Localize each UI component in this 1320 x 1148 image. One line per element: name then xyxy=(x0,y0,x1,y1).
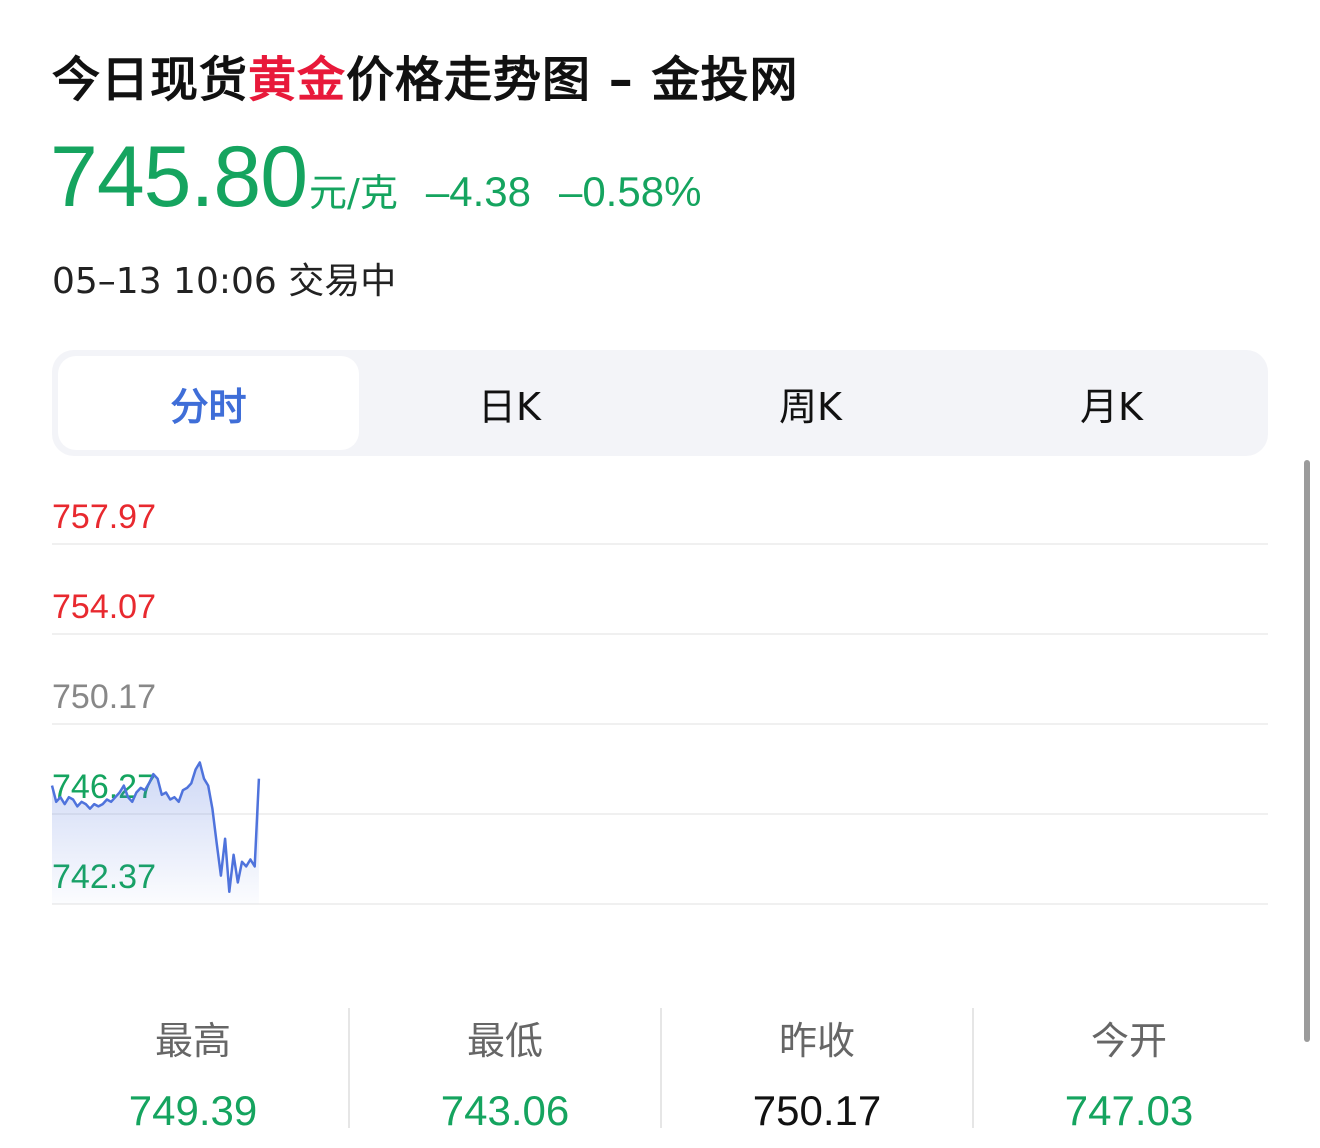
scrollbar[interactable] xyxy=(1304,460,1310,1042)
tab-monthly-k[interactable]: 月K xyxy=(961,356,1262,450)
quote-timestamp: 05–13 10:06 交易中 xyxy=(52,252,396,304)
timestamp-value: 05–13 10:06 xyxy=(52,261,277,302)
intraday-price-chart: 757.97754.07750.17746.27742.3705–13 6:00… xyxy=(50,498,1268,905)
title-prefix: 今日现货 xyxy=(52,52,249,108)
price-change-pct: –0.58% xyxy=(558,168,702,215)
stat-high: 最高 749.39 xyxy=(38,1008,350,1134)
y-tick-label: 750.17 xyxy=(52,678,156,716)
title-highlight: 黄金 xyxy=(248,52,347,108)
stat-prev-close: 昨收 750.17 xyxy=(662,1008,974,1134)
stat-label: 今开 xyxy=(1090,1019,1167,1063)
tab-weekly-k[interactable]: 周K xyxy=(660,356,961,450)
stat-label: 最低 xyxy=(466,1019,543,1063)
quote-row: 745.80 元/克 –4.38 –0.58% xyxy=(50,128,702,225)
stat-low: 最低 743.06 xyxy=(350,1008,662,1134)
stat-value: 743.06 xyxy=(440,1087,570,1134)
page-title: 今日现货黄金价格走势图 – 金投网 xyxy=(52,40,798,110)
y-tick-label: 757.97 xyxy=(52,498,156,536)
y-tick-label: 754.07 xyxy=(52,588,156,626)
stats-bar: 最高 749.39 最低 743.06 昨收 750.17 今开 747.03 xyxy=(38,1008,1284,1134)
price-change: –4.38 xyxy=(425,168,531,215)
price-unit: 元/克 xyxy=(309,171,398,215)
stat-value: 749.39 xyxy=(128,1087,258,1134)
trading-status: 交易中 xyxy=(288,261,397,302)
stat-open: 今开 747.03 xyxy=(974,1008,1284,1134)
current-price: 745.80 xyxy=(50,129,308,225)
tab-daily-k[interactable]: 日K xyxy=(359,356,660,450)
chart-period-tabs: 分时 日K 周K 月K xyxy=(52,350,1268,456)
tab-intraday[interactable]: 分时 xyxy=(58,356,359,450)
stat-label: 最高 xyxy=(154,1019,231,1063)
stat-value: 747.03 xyxy=(1064,1087,1194,1134)
stat-label: 昨收 xyxy=(778,1019,855,1063)
stat-value: 750.17 xyxy=(752,1087,882,1134)
title-suffix: 价格走势图 – 金投网 xyxy=(346,52,799,108)
